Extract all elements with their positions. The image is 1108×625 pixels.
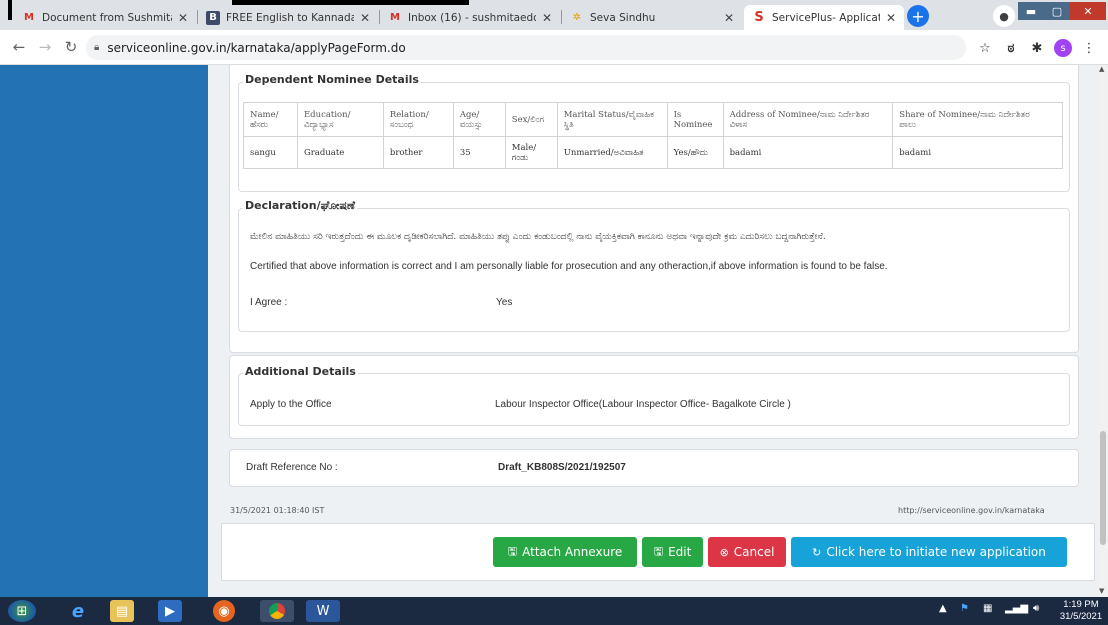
agree-label: I Agree : [250,297,288,308]
nominee-cell: Yes/ಹೌದು [666,136,724,169]
nominee-column-header: Education/ ವಿದ್ಯಾಭ್ಯಾಸ [296,102,384,137]
forward-arrow-icon[interactable]: → [36,38,54,56]
firefox-icon[interactable]: ◉ [213,600,235,622]
internet-explorer-icon[interactable]: e [66,600,90,622]
file-explorer-icon[interactable]: ▤ [110,600,134,622]
footer-site-link[interactable]: http://serviceonline.gov.in/karnataka [898,506,1045,515]
browser-tab-strip: M Document from Sushmita H - ✕ B FREE En… [0,0,1108,30]
extension-icon[interactable]: ಠ [1002,39,1020,57]
scroll-up-icon[interactable]: ▲ [1099,65,1104,73]
main-content: Dependent Nominee Details Name/ ಹೆಸರು Edu… [208,65,1098,597]
draft-reference-value: Draft_KB808S/2021/192507 [498,462,626,473]
media-player-icon[interactable]: ▶ [158,600,182,622]
page-scrollbar[interactable]: ▲ ▼ [1098,65,1108,597]
nominee-column-header: Sex/ಲಿಂಗ [504,102,558,137]
left-sidebar [0,65,208,597]
browser-toolbar: ← → ↻ 🔒︎ serviceonline.gov.in/karnataka/… [0,30,1108,65]
scrollbar-thumb[interactable] [1100,431,1106,545]
new-tab-button[interactable]: + [907,5,929,27]
scroll-down-icon[interactable]: ▼ [1099,587,1104,595]
office-value: Labour Inspector Office(Labour Inspector… [495,399,791,410]
declaration-english-text: Certified that above information is corr… [250,261,888,272]
address-bar[interactable]: 🔒︎ serviceonline.gov.in/karnataka/applyP… [86,35,966,60]
nominee-legend: Dependent Nominee Details [243,73,421,86]
office-label: Apply to the Office [250,399,332,410]
cancel-icon: ⊗ [719,545,729,559]
tab-seva-sindhu[interactable]: ✲ Seva Sindhu ✕ [562,5,742,30]
gmail-icon: M [24,12,34,23]
signal-icon[interactable]: ▂▄▆ [1005,603,1028,614]
serviceplus-icon: S [754,10,764,25]
network-icon[interactable]: ▦ [983,603,992,614]
close-window-button[interactable]: ✕ [1070,2,1106,20]
close-icon[interactable]: ✕ [886,11,896,25]
page-viewport: Dependent Nominee Details Name/ ಹೆಸರು Edu… [0,65,1108,597]
additional-legend: Additional Details [243,365,358,378]
nominee-cell: sangu [243,136,298,169]
tab-translate[interactable]: B FREE English to Kannada Trans ✕ [198,5,378,30]
draft-reference-panel: Draft Reference No : Draft_KB808S/2021/1… [229,449,1079,487]
bookmark-star-icon[interactable]: ☆ [976,39,994,57]
nominee-column-header: Address of Nominee/ನಾಮ ನಿರ್ದೇಶಿತರ ವಿಳಾಸ [722,102,894,137]
back-arrow-icon[interactable]: ← [10,38,28,56]
close-icon[interactable]: ✕ [360,11,370,25]
nominee-column-header: Share of Nominee/ನಾಮ ನಿರ್ದೇಶಿತರ ಪಾಲು [892,102,1063,137]
lock-icon: 🔒︎ [94,42,100,53]
minimize-button[interactable]: ▬ [1018,2,1044,20]
profile-avatar[interactable]: s [1054,39,1072,57]
save-icon: 🖫 [653,544,664,558]
tray-expand-icon[interactable]: ▲ [939,603,947,614]
nominee-table: Name/ ಹೆಸರು Education/ ವಿದ್ಯಾಭ್ಯಾಸ Relatio… [243,102,1063,169]
action-center-icon[interactable]: ⚑ [960,603,969,614]
nominee-column-header: Name/ ಹೆಸರು [243,102,298,137]
nominee-column-header: Age/ ವಯಸ್ಸು [452,102,506,137]
cancel-button[interactable]: ⊗ Cancel [708,537,786,567]
seva-sindhu-icon: ✲ [572,12,582,23]
additional-details-panel: Additional Details Apply to the Office L… [229,355,1079,439]
puzzle-icon[interactable]: ✱ [1028,39,1046,57]
footer-timestamp: 31/5/2021 01:18:40 IST [230,506,325,515]
close-icon[interactable]: ✕ [724,11,734,25]
nominee-cell: brother [382,136,454,169]
tab-gmail-inbox[interactable]: M Inbox (16) - sushmitaedcss@g ✕ [380,5,560,30]
nominee-column-header: Relation/ ಸಂಬಂಧ [382,102,454,137]
tab-search-icon[interactable]: ● [993,5,1015,27]
start-button-icon[interactable]: ⊞ [8,600,36,622]
declaration-legend: Declaration/ಘೋಷಣೆ [243,199,357,213]
action-bar: 🖫 Attach Annexure 🖫 Edit ⊗ Cancel ↻ Click he… [221,523,1095,581]
nominee-cell: Unmarried/ಅವಿವಾಹಿತ [556,136,668,169]
nominee-cell: Graduate [296,136,384,169]
edit-button[interactable]: 🖫 Edit [642,537,703,567]
application-summary-panel: Dependent Nominee Details Name/ ಹೆಸರು Edu… [229,65,1079,353]
attach-annexure-button[interactable]: 🖫 Attach Annexure [493,537,637,567]
translate-icon: B [206,10,220,25]
word-icon[interactable]: W [306,600,340,622]
save-icon: 🖫 [507,544,518,558]
redaction-bar [8,0,12,20]
volume-icon[interactable]: 🔊︎ [1033,603,1039,614]
tab-serviceplus[interactable]: S ServicePlus- Application for co ✕ [744,5,904,30]
nominee-column-header: Is Nominee [666,102,724,137]
declaration-kannada-text: ಮೇಲಿನ ಮಾಹಿತಿಯು ಸರಿ ಇರುತ್ತದೆಂದು ಈ ಮೂಲಕ ದೃ… [250,232,826,242]
draft-reference-label: Draft Reference No : [246,462,338,473]
chrome-icon[interactable] [260,600,294,622]
taskbar-clock[interactable]: 1:19 PM 31/5/2021 [1058,599,1104,623]
nominee-cell: Male/ ಗಂಡು [504,136,558,169]
nominee-cell: 35 [452,136,506,169]
windows-taskbar: ⊞ e ▤ ▶ ◉ W ▲ ⚑ ▦ ▂▄▆ 🔊︎ 1:19 PM 31/5/20… [0,597,1108,625]
table-row: sangu Graduate brother 35 Male/ ಗಂಡು Unmarrie… [243,136,1063,169]
agree-value: Yes [496,297,513,308]
close-icon[interactable]: ✕ [542,11,552,25]
nominee-cell: badami [722,136,894,169]
initiate-new-application-button[interactable]: ↻ Click here to initiate new application [791,537,1067,567]
refresh-icon: ↻ [812,545,822,559]
maximize-button[interactable]: ▢ [1044,2,1070,20]
nominee-column-header: Marital Status/ವೈವಾಹಿಕ ಸ್ಥಿತಿ [556,102,668,137]
tab-gmail-document[interactable]: M Document from Sushmita H - ✕ [14,5,196,30]
reload-icon[interactable]: ↻ [62,38,80,56]
gmail-icon: M [390,12,400,23]
close-icon[interactable]: ✕ [178,11,188,25]
nominee-cell: badami [892,136,1063,169]
menu-dots-icon[interactable]: ⋮ [1080,39,1098,57]
